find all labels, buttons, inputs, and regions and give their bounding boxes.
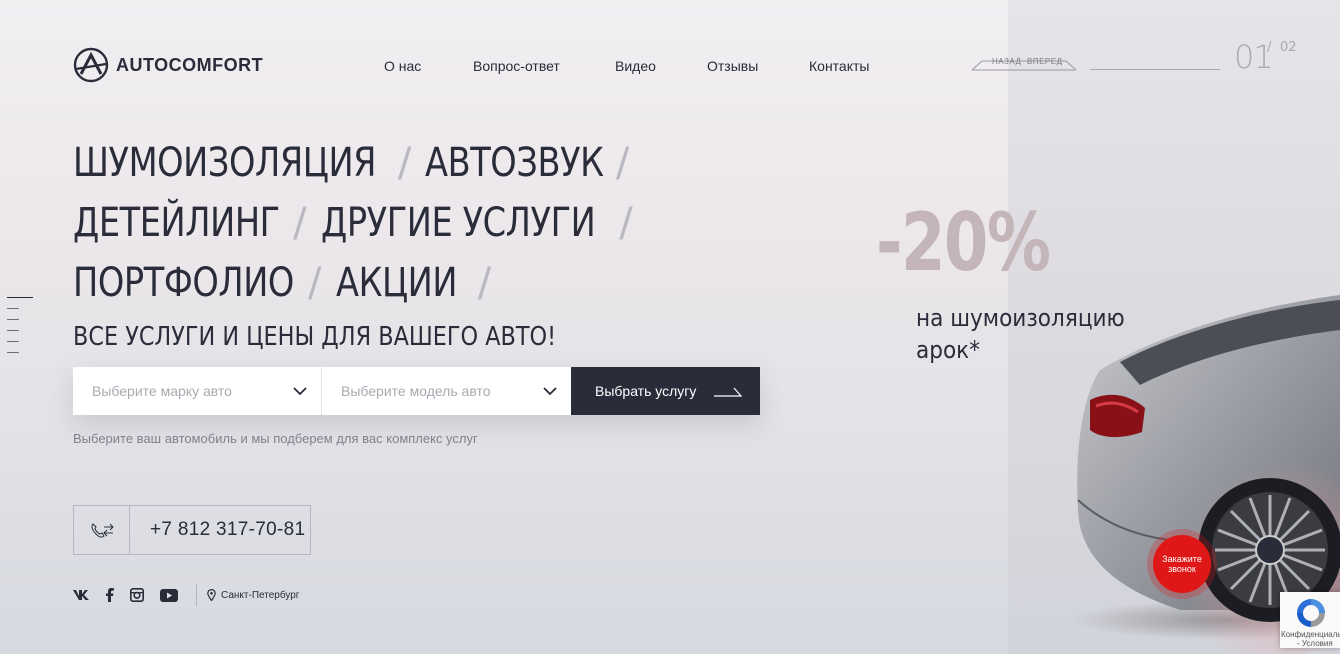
location-pin-icon [207,589,216,601]
callback-line-1: Закажите [1162,554,1202,564]
slider-progress-line [1090,69,1220,70]
section-indicator-bar[interactable] [7,297,33,298]
brand-select-placeholder: Выберите марку авто [92,383,232,399]
phone-box[interactable]: +7 812 317-70-81 [73,505,311,555]
chevron-down-icon [293,386,307,395]
slider-controls: НАЗАД ВПЕРЕД [970,55,1080,71]
arrow-right-icon [714,387,743,397]
social-links: Санкт-Петербург [73,584,299,606]
slider-arrows-icon [971,60,1077,71]
callback-line-2: звонок [1168,564,1196,574]
recaptcha-icon [1297,599,1325,627]
service-separator: / [477,260,492,306]
section-indicator-bar[interactable] [7,330,19,331]
nav-video[interactable]: Видео [615,58,656,74]
section-indicator-bar[interactable] [7,352,19,353]
chevron-down-icon [543,386,557,395]
section-indicator-bar[interactable] [7,319,19,320]
service-car-audio[interactable]: АВТОЗВУК [425,140,604,186]
instagram-icon[interactable] [130,588,144,602]
brand-name: AUTOCOMFORT [116,54,264,75]
selector-hint: Выберите ваш автомобиль и мы подберем дл… [73,431,478,446]
callback-button[interactable]: Закажите звонок [1153,535,1211,593]
facebook-icon[interactable] [105,588,114,602]
recaptcha-privacy-link[interactable]: Конфиденциальн [1281,630,1340,639]
recaptcha-badge[interactable]: Конфиденциальн - Условия [1280,592,1340,648]
slide-counter: 01 / 02 [1234,38,1297,76]
slide-separator: / [1267,40,1272,55]
service-detailing[interactable]: ДЕТЕЙЛИНГ [73,200,280,246]
city-location: Санкт-Петербург [207,589,299,601]
nav-reviews[interactable]: Отзывы [707,58,758,74]
service-separator: / [397,140,412,186]
slider-back-button[interactable]: НАЗАД [992,57,1021,66]
service-promotions[interactable]: АКЦИИ [336,260,458,306]
model-select[interactable]: Выберите модель авто [322,367,571,415]
choose-service-label: Выбрать услугу [595,383,697,399]
nav-contacts[interactable]: Контакты [809,58,869,74]
hero-subheading: ВСЕ УСЛУГИ И ЦЕНЫ ДЛЯ ВАШЕГО АВТО! [73,322,557,352]
nav-about[interactable]: О нас [384,58,421,74]
car-selector: Выберите марку авто Выберите модель авто… [73,367,760,415]
section-indicator [7,297,33,363]
logo-mark-icon [73,47,109,83]
choose-service-button[interactable]: Выбрать услугу [571,367,760,415]
phone-icon [74,506,130,554]
service-portfolio[interactable]: ПОРТФОЛИО [73,260,294,306]
city-name: Санкт-Петербург [221,589,300,601]
recaptcha-links: Конфиденциальн - Условия [1281,630,1340,648]
vk-icon[interactable] [73,590,89,600]
model-select-placeholder: Выберите модель авто [341,383,491,399]
slider-forward-button[interactable]: ВПЕРЕД [1027,57,1063,66]
service-separator: / [615,140,630,186]
recaptcha-terms-link[interactable]: - Условия [1281,639,1340,648]
slide-total: 02 [1280,40,1297,55]
section-indicator-bar[interactable] [7,308,19,309]
phone-number[interactable]: +7 812 317-70-81 [130,519,305,541]
service-separator: / [619,200,633,246]
brand-logo[interactable]: AUTOCOMFORT [73,47,263,83]
nav-faq[interactable]: Вопрос-ответ [473,58,560,74]
services-menu: ШУМОИЗОЛЯЦИЯ / АВТОЗВУК / ДЕТЕЙЛИНГ / ДР… [73,133,673,313]
service-other[interactable]: ДРУГИЕ УСЛУГИ [321,200,596,246]
service-separator: / [308,260,322,306]
section-indicator-bar[interactable] [7,341,19,342]
brand-select[interactable]: Выберите марку авто [73,367,322,415]
service-soundproofing[interactable]: ШУМОИЗОЛЯЦИЯ [73,140,377,186]
youtube-icon[interactable] [160,588,178,602]
promo-discount: -20% [876,196,1051,289]
social-divider [196,584,197,606]
service-separator: / [293,200,307,246]
